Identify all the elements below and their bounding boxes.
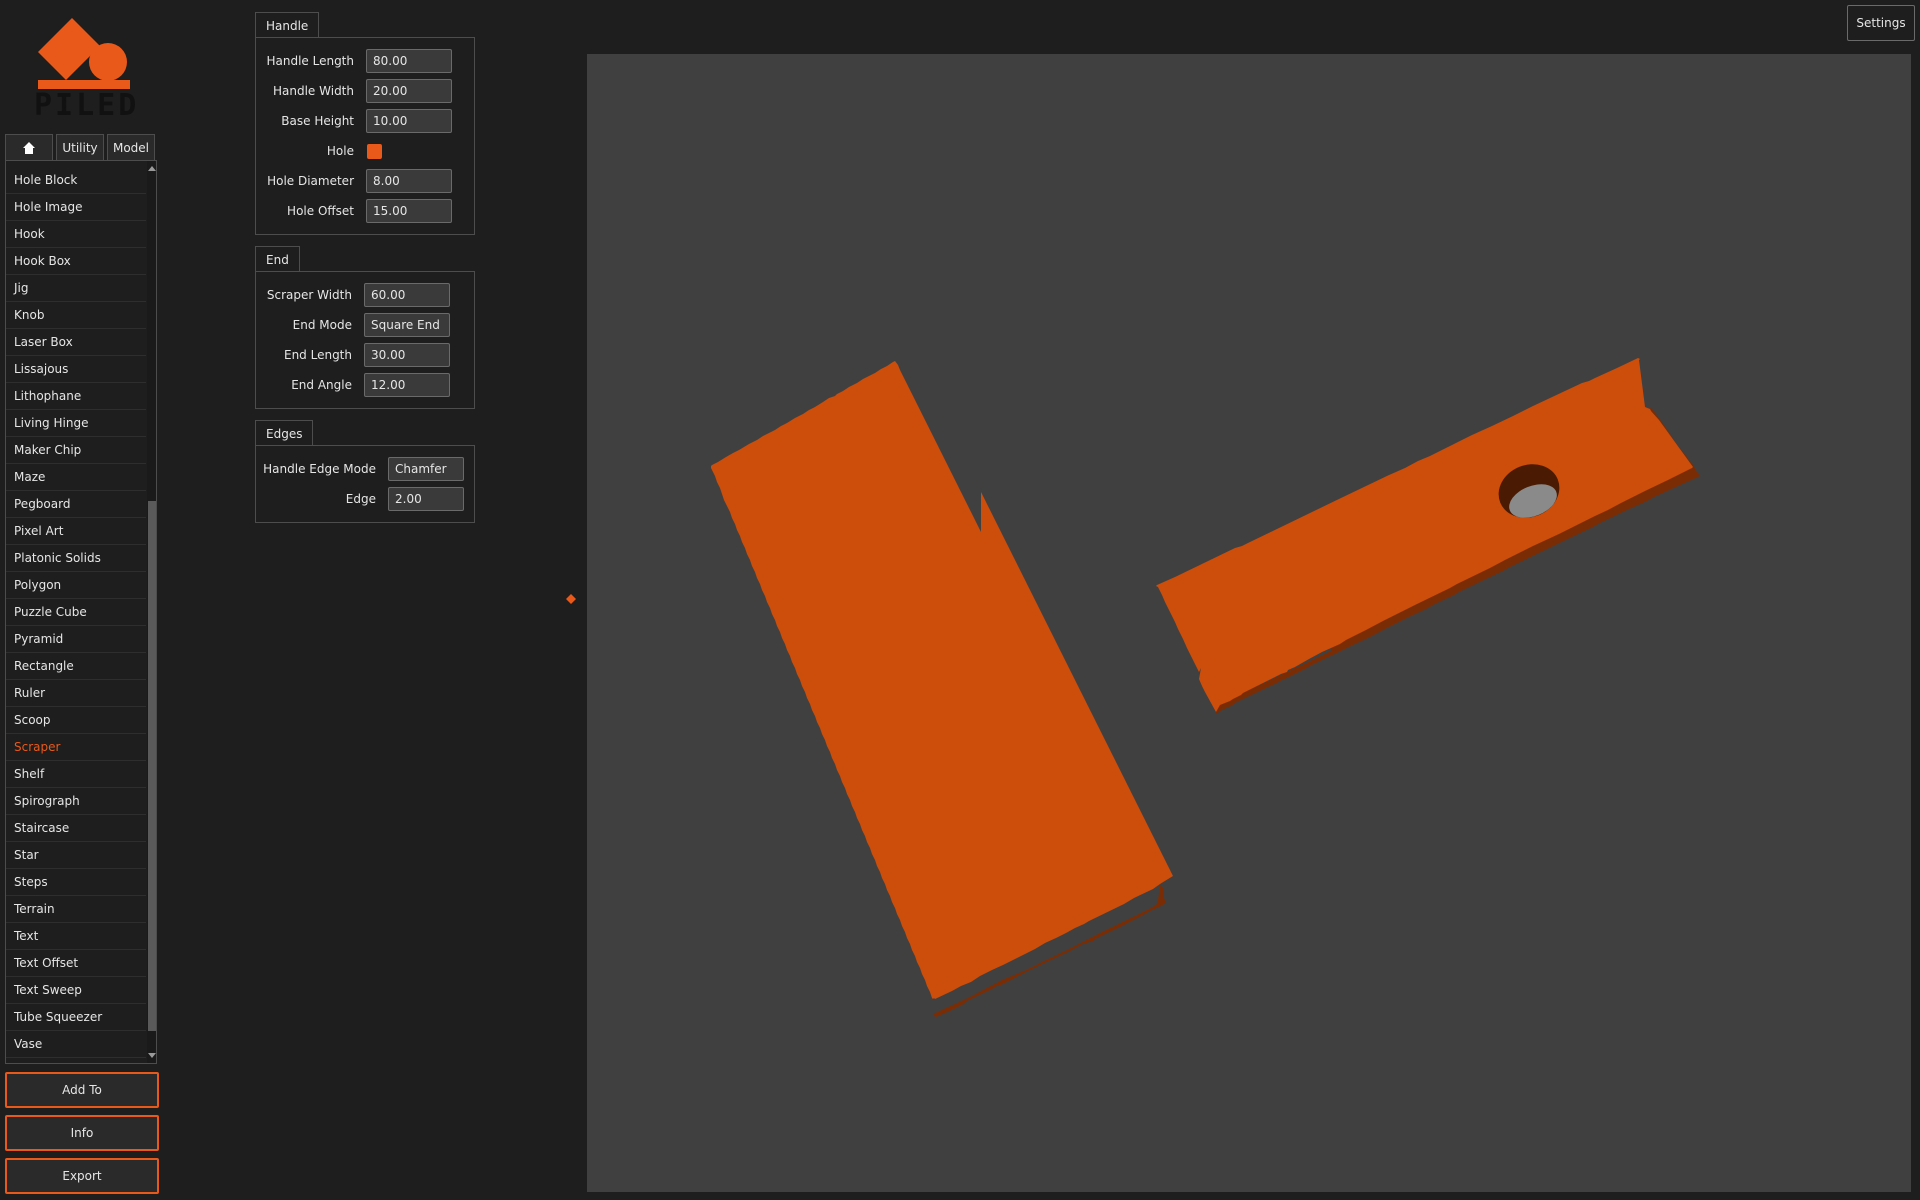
end-angle-input[interactable] <box>364 373 450 397</box>
param-label: Handle Length <box>266 54 354 68</box>
list-item[interactable]: Hole Block <box>6 167 146 194</box>
handle-length-input[interactable] <box>366 49 452 73</box>
param-label: Hole Offset <box>287 204 354 218</box>
list-item[interactable]: Hole Image <box>6 194 146 221</box>
group-edges: Handle Edge Mode Chamfer Edge <box>255 445 475 523</box>
list-item[interactable]: Hook <box>6 221 146 248</box>
list-item[interactable]: Text Offset <box>6 950 146 977</box>
param-label: Base Height <box>281 114 354 128</box>
group-title-handle: Handle <box>255 12 320 38</box>
group-title-end: End <box>255 246 300 272</box>
scroll-thumb[interactable] <box>148 501 156 1031</box>
add-to-button[interactable]: Add To <box>5 1072 159 1108</box>
list-item[interactable]: Staircase <box>6 815 146 842</box>
settings-button[interactable]: Settings <box>1847 5 1915 41</box>
param-handle-length: Handle Length <box>256 48 474 74</box>
panel-collapse-handle-icon[interactable] <box>566 594 576 604</box>
param-label: End Mode <box>292 318 352 332</box>
param-end-mode: End Mode Square End <box>256 312 474 338</box>
hole-offset-input[interactable] <box>366 199 452 223</box>
list-item[interactable]: Shelf <box>6 761 146 788</box>
group-handle: Handle Length Handle Width Base Height H… <box>255 37 475 235</box>
param-label: End Length <box>283 348 352 362</box>
list-item[interactable]: Maze <box>6 464 146 491</box>
hole-checkbox[interactable] <box>367 144 382 159</box>
list-item[interactable]: Maker Chip <box>6 437 146 464</box>
list-item[interactable]: Knob <box>6 302 146 329</box>
list-item[interactable]: Platonic Solids <box>6 545 146 572</box>
list-item[interactable]: Vase <box>6 1031 146 1058</box>
list-item[interactable]: Steps <box>6 869 146 896</box>
hole-diameter-input[interactable] <box>366 169 452 193</box>
list-item[interactable]: Hook Box <box>6 248 146 275</box>
end-length-input[interactable] <box>364 343 450 367</box>
export-button[interactable]: Export <box>5 1158 159 1194</box>
param-label: Handle Width <box>273 84 354 98</box>
model-list[interactable]: Hole Block Hole Image Hook Hook Box Jig Knob L… <box>5 160 157 1064</box>
tab-home[interactable] <box>5 134 53 160</box>
list-item[interactable]: Pixel Art <box>6 518 146 545</box>
app-logo: PILED <box>34 14 136 123</box>
list-item[interactable]: Puzzle Cube <box>6 599 146 626</box>
param-end-length: End Length <box>256 342 474 368</box>
list-item[interactable]: Laser Box <box>6 329 146 356</box>
scroll-down-icon[interactable] <box>147 1051 157 1061</box>
list-item[interactable]: Polygon <box>6 572 146 599</box>
handle-width-input[interactable] <box>366 79 452 103</box>
3d-viewport[interactable] <box>587 54 1911 1192</box>
end-mode-select[interactable]: Square End <box>364 313 450 337</box>
scraper-width-input[interactable] <box>364 283 450 307</box>
param-label: Hole <box>326 144 354 158</box>
group-end: Scraper Width End Mode Square End End Le… <box>255 271 475 409</box>
base-height-input[interactable] <box>366 109 452 133</box>
list-item[interactable]: Living Hinge <box>6 410 146 437</box>
group-title-edges: Edges <box>255 420 314 446</box>
scroll-up-icon[interactable] <box>147 163 157 173</box>
list-scrollbar[interactable] <box>147 161 157 1063</box>
logo-mark-icon <box>38 18 130 89</box>
param-hole-diameter: Hole Diameter <box>256 168 474 194</box>
param-hole-offset: Hole Offset <box>256 198 474 224</box>
edge-input[interactable] <box>388 487 464 511</box>
param-label: Handle Edge Mode <box>263 462 376 476</box>
param-label: End Angle <box>291 378 352 392</box>
param-handle-edge-mode: Handle Edge Mode Chamfer <box>256 456 474 482</box>
list-item[interactable]: Lissajous <box>6 356 146 383</box>
list-item[interactable]: Rectangle <box>6 653 146 680</box>
tab-model[interactable]: Model <box>107 134 155 160</box>
handle-edge-mode-select[interactable]: Chamfer <box>388 457 464 481</box>
list-item[interactable]: Text <box>6 923 146 950</box>
list-item[interactable]: Text Sweep <box>6 977 146 1004</box>
param-label: Scraper Width <box>266 288 352 302</box>
info-button[interactable]: Info <box>5 1115 159 1151</box>
list-item[interactable]: Pegboard <box>6 491 146 518</box>
param-label: Edge <box>345 492 376 506</box>
param-label: Hole Diameter <box>267 174 354 188</box>
param-base-height: Base Height <box>256 108 474 134</box>
blade-top-face <box>711 361 1173 999</box>
handle-top-face <box>1156 358 1693 712</box>
list-item[interactable]: Scraper <box>6 734 146 761</box>
list-item[interactable]: Lithophane <box>6 383 146 410</box>
tab-utility[interactable]: Utility <box>56 134 104 160</box>
logo-text: PILED <box>34 88 140 123</box>
list-item[interactable]: Tube Squeezer <box>6 1004 146 1031</box>
param-hole: Hole <box>256 138 474 164</box>
model-list-items: Hole Block Hole Image Hook Hook Box Jig Knob L… <box>6 167 146 1058</box>
param-end-angle: End Angle <box>256 372 474 398</box>
list-item[interactable]: Star <box>6 842 146 869</box>
list-item[interactable]: Spirograph <box>6 788 146 815</box>
list-item[interactable]: Jig <box>6 275 146 302</box>
list-item[interactable]: Terrain <box>6 896 146 923</box>
param-edge: Edge <box>256 486 474 512</box>
param-scraper-width: Scraper Width <box>256 282 474 308</box>
list-item[interactable]: Pyramid <box>6 626 146 653</box>
home-icon <box>23 141 35 154</box>
param-handle-width: Handle Width <box>256 78 474 104</box>
list-item[interactable]: Scoop <box>6 707 146 734</box>
scraper-model <box>711 358 1700 1017</box>
list-item[interactable]: Ruler <box>6 680 146 707</box>
